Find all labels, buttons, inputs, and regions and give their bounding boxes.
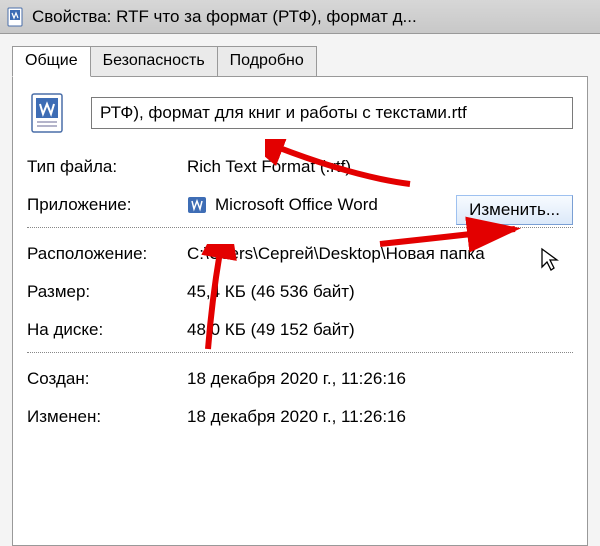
ondisk-label: На диске: [27, 320, 187, 340]
modified-row: Изменен: 18 декабря 2020 г., 11:26:16 [27, 407, 573, 427]
application-label: Приложение: [27, 195, 187, 215]
created-value: 18 декабря 2020 г., 11:26:16 [187, 369, 573, 389]
ondisk-value: 48,0 КБ (49 152 байт) [187, 320, 573, 340]
filename-input[interactable] [91, 97, 573, 129]
word-app-icon [187, 195, 207, 215]
application-row: Приложение: Microsoft Office Word Измени… [27, 195, 573, 215]
size-row: Размер: 45,4 КБ (46 536 байт) [27, 282, 573, 302]
filetype-value: Rich Text Format (.rtf) [187, 157, 573, 177]
location-value: C:\Users\Сергей\Desktop\Новая папка [187, 244, 573, 264]
location-label: Расположение: [27, 244, 187, 264]
rtf-file-icon [27, 91, 71, 135]
change-button[interactable]: Изменить... [456, 195, 573, 225]
created-label: Создан: [27, 369, 187, 389]
filename-row [27, 91, 573, 135]
separator [27, 227, 573, 228]
size-label: Размер: [27, 282, 187, 302]
content-area: Общие Безопасность Подробно Тип файла: R… [0, 34, 600, 546]
rtf-file-icon [6, 7, 26, 27]
ondisk-row: На диске: 48,0 КБ (49 152 байт) [27, 320, 573, 340]
tab-panel-general: Тип файла: Rich Text Format (.rtf) Прило… [12, 76, 588, 546]
modified-value: 18 декабря 2020 г., 11:26:16 [187, 407, 573, 427]
filetype-label: Тип файла: [27, 157, 187, 177]
modified-label: Изменен: [27, 407, 187, 427]
window-title: Свойства: RTF что за формат (РТФ), форма… [32, 7, 417, 27]
tabstrip: Общие Безопасность Подробно [12, 44, 588, 76]
titlebar: Свойства: RTF что за формат (РТФ), форма… [0, 0, 600, 34]
application-value: Microsoft Office Word [215, 195, 378, 215]
tab-security[interactable]: Безопасность [90, 46, 218, 76]
created-row: Создан: 18 декабря 2020 г., 11:26:16 [27, 369, 573, 389]
separator [27, 352, 573, 353]
tab-general[interactable]: Общие [12, 46, 91, 77]
filetype-row: Тип файла: Rich Text Format (.rtf) [27, 157, 573, 177]
size-value: 45,4 КБ (46 536 байт) [187, 282, 573, 302]
location-row: Расположение: C:\Users\Сергей\Desktop\Но… [27, 244, 573, 264]
tab-details[interactable]: Подробно [217, 46, 317, 76]
